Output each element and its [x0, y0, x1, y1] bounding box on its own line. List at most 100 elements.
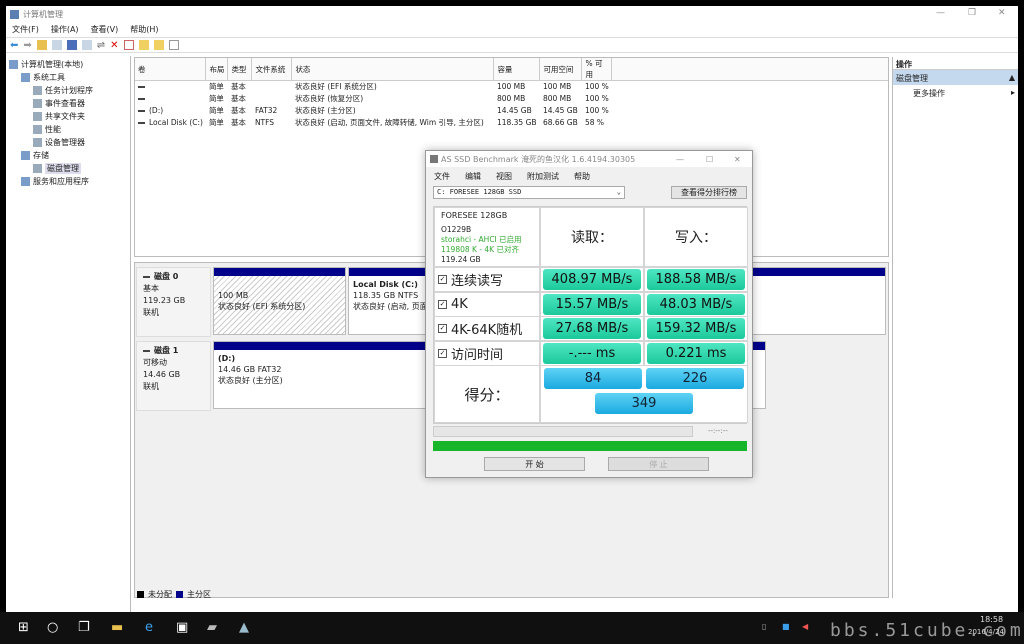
table-row[interactable]: Local Disk (C:)简单基本NTFS状态良好 (启动, 页面文件, 故…: [135, 117, 888, 129]
dialog-close-button[interactable]: ✕: [734, 155, 741, 164]
properties-icon[interactable]: [124, 40, 134, 50]
taskbar: ⊞ ○ ❐ ▬ e ▣ ▰ ▲ ▯ ■ ◀ bbs.51cube.com 18:…: [0, 612, 1024, 644]
tree-item[interactable]: 共享文件夹: [6, 110, 130, 123]
maximize-button[interactable]: ❐: [968, 8, 976, 18]
drive-app-icon[interactable]: ▰: [207, 620, 217, 635]
partition[interactable]: 100 MB状态良好 (EFI 系统分区): [213, 267, 346, 335]
table-row[interactable]: 简单基本状态良好 (EFI 系统分区)100 MB100 MB100 %: [135, 81, 888, 93]
search-icon[interactable]: ○: [47, 620, 58, 635]
checkbox[interactable]: ✓: [438, 300, 447, 309]
show-tree-icon[interactable]: [52, 40, 62, 50]
tree-item[interactable]: 系统工具: [6, 71, 130, 84]
table-row[interactable]: (D:)简单基本FAT32状态良好 (主分区)14.45 GB14.45 GB1…: [135, 105, 888, 117]
cell-text: 100 %: [585, 82, 609, 91]
dialog-menu-edit[interactable]: 编辑: [465, 171, 481, 182]
tree-item[interactable]: 任务计划程序: [6, 84, 130, 97]
tree-item[interactable]: 事件查看器: [6, 97, 130, 110]
column-header[interactable]: 类型: [228, 58, 252, 81]
new-icon[interactable]: [139, 40, 149, 50]
table-cell: (D:): [135, 105, 206, 117]
volume-icon[interactable]: ◀: [802, 622, 808, 631]
cell-text: 100 MB: [543, 82, 571, 91]
search-icon[interactable]: [154, 40, 164, 50]
dialog-menu-view[interactable]: 视图: [496, 171, 512, 182]
stop-button[interactable]: 停 止: [608, 457, 709, 471]
actions-header: 操作: [893, 57, 1018, 70]
clock-time[interactable]: 18:58: [980, 615, 1003, 624]
checkbox[interactable]: ✓: [438, 349, 447, 358]
table-cell: Local Disk (C:): [135, 117, 206, 129]
table-cell: [135, 81, 206, 93]
dialog-title-bar: AS SSD Benchmark 淹死的鱼汉化 1.6.4194.30305 —…: [426, 151, 752, 167]
connect-icon[interactable]: ⇌: [97, 40, 105, 51]
column-header[interactable]: 容量: [494, 58, 540, 81]
tree-item[interactable]: 存储: [6, 149, 130, 162]
up-folder-icon[interactable]: [37, 40, 47, 50]
dialog-minimize-button[interactable]: —: [676, 155, 684, 164]
start-button[interactable]: 开 始: [484, 457, 585, 471]
start-icon[interactable]: ⊞: [18, 620, 29, 635]
more-actions-label: 更多操作: [913, 88, 945, 96]
test-row-label[interactable]: ✓4K-64K随机: [438, 316, 522, 341]
menu-view[interactable]: 查看(V): [91, 24, 119, 35]
tree-node-icon: [21, 151, 30, 160]
write-result: 0.221 ms: [647, 343, 745, 364]
disk-size: 119.23 GB: [143, 295, 204, 307]
column-header[interactable]: 状态: [292, 58, 494, 81]
cell-text: 800 MB: [543, 94, 571, 103]
drive-select[interactable]: C: FORESEE 128GB SSD⌄: [433, 186, 625, 199]
tree-item[interactable]: 设备管理器: [6, 136, 130, 149]
menu-help[interactable]: 帮助(H): [130, 24, 158, 35]
legend: 未分配 主分区: [137, 589, 211, 600]
actions-section[interactable]: 磁盘管理▲: [893, 70, 1018, 85]
help-icon[interactable]: [67, 40, 77, 50]
view-icon[interactable]: [82, 40, 92, 50]
forward-icon[interactable]: ➡: [23, 40, 31, 51]
edge-icon[interactable]: e: [145, 620, 153, 635]
menu-action[interactable]: 操作(A): [51, 24, 79, 35]
read-result: 408.97 MB/s: [543, 269, 641, 290]
menu-file[interactable]: 文件(F): [12, 24, 39, 35]
delete-icon[interactable]: ✕: [110, 40, 118, 51]
disk-label[interactable]: 磁盘 0基本119.23 GB联机: [136, 267, 211, 337]
dialog-menu-help[interactable]: 帮助: [574, 171, 590, 182]
task-view-icon[interactable]: ❐: [78, 620, 90, 635]
dialog-menu-file[interactable]: 文件: [434, 171, 450, 182]
back-icon[interactable]: ⬅: [10, 40, 18, 51]
table-cell-filler: [612, 93, 888, 105]
usb-icon[interactable]: ▯: [762, 622, 766, 631]
column-header[interactable]: 卷: [135, 58, 206, 81]
collapse-icon[interactable]: ▲: [1009, 73, 1015, 82]
column-header[interactable]: 布局: [206, 58, 228, 81]
tree-item[interactable]: 磁盘管理: [6, 162, 130, 175]
table-cell: 58 %: [582, 117, 612, 129]
store-icon[interactable]: ▣: [176, 620, 188, 635]
tray-app-icon[interactable]: ■: [782, 622, 790, 631]
file-explorer-icon[interactable]: ▬: [111, 620, 123, 635]
checkbox[interactable]: ✓: [438, 324, 447, 333]
disk-label[interactable]: 磁盘 1可移动14.46 GB联机: [136, 341, 211, 411]
tree-item[interactable]: 性能: [6, 123, 130, 136]
close-button[interactable]: ✕: [998, 8, 1006, 18]
clock-date[interactable]: 2016/4/24: [968, 628, 1004, 636]
minimize-button[interactable]: —: [936, 8, 945, 18]
test-row-label[interactable]: ✓连续读写: [438, 267, 503, 292]
column-header[interactable]: 文件系统: [252, 58, 292, 81]
cell-text: 68.66 GB: [543, 118, 578, 127]
test-row-label[interactable]: ✓4K: [438, 292, 468, 317]
more-actions-item[interactable]: 更多操作▸: [893, 85, 1018, 99]
tree-item[interactable]: 计算机管理(本地): [6, 58, 130, 71]
list-icon[interactable]: [169, 40, 179, 50]
dialog-maximize-button[interactable]: ☐: [706, 155, 713, 164]
test-row-label[interactable]: ✓访问时间: [438, 341, 503, 366]
dialog-menu-extra-tests[interactable]: 附加测试: [527, 171, 559, 182]
tree-item[interactable]: 服务和应用程序: [6, 175, 130, 188]
view-ranking-button[interactable]: 查看得分排行榜: [671, 186, 747, 199]
table-row[interactable]: 简单基本状态良好 (恢复分区)800 MB800 MB100 %: [135, 93, 888, 105]
column-header[interactable]: % 可用: [582, 58, 612, 81]
column-header[interactable]: 可用空间: [540, 58, 582, 81]
cell-text: 14.45 GB: [543, 106, 578, 115]
computer-management-taskbar-icon[interactable]: ▲: [239, 620, 249, 635]
checkbox[interactable]: ✓: [438, 275, 447, 284]
cell-text: 100 MB: [497, 82, 525, 91]
